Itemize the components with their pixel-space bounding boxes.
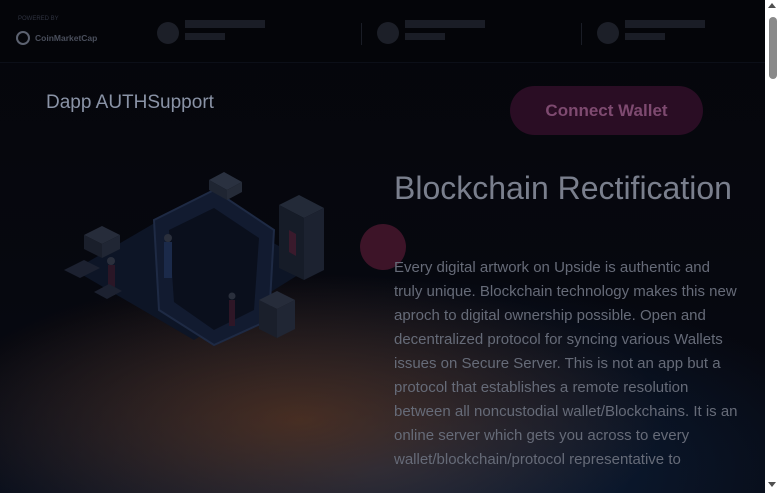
- vertical-scrollbar[interactable]: [765, 0, 780, 493]
- powered-by-label: POWERED BY: [18, 16, 59, 22]
- scroll-down-arrow-icon[interactable]: [768, 482, 776, 487]
- hero-title: Blockchain Rectification: [394, 170, 732, 206]
- scrollbar-thumb[interactable]: [769, 17, 777, 79]
- coin-name-placeholder: [625, 20, 705, 28]
- ticker-divider: [581, 23, 582, 45]
- ticker-divider: [361, 23, 362, 45]
- coin-name-placeholder: [185, 20, 265, 28]
- coin-price-placeholder: [405, 33, 445, 40]
- coin-price-placeholder: [625, 33, 665, 40]
- scroll-up-arrow-icon[interactable]: [768, 3, 776, 8]
- site-brand[interactable]: Dapp AUTHSupport: [46, 92, 214, 114]
- coinmarketcap-logo-text: CoinMarketCap: [35, 33, 98, 43]
- hero-description: Every digital artwork on Upside is authe…: [394, 259, 738, 468]
- page: POWERED BY CoinMarketCap Dapp AUTHSuppor…: [0, 0, 765, 493]
- coin-icon-placeholder: [377, 22, 399, 44]
- coin-icon-placeholder: [157, 22, 179, 44]
- coinmarketcap-icon: [16, 31, 30, 45]
- coinmarketcap-logo[interactable]: CoinMarketCap: [16, 31, 97, 45]
- isometric-blockchain-illustration: [64, 172, 324, 347]
- coin-price-placeholder: [185, 33, 225, 40]
- coin-icon-placeholder: [597, 22, 619, 44]
- price-ticker-widget: POWERED BY CoinMarketCap: [0, 0, 765, 63]
- connect-wallet-button[interactable]: Connect Wallet: [510, 86, 703, 135]
- coin-name-placeholder: [405, 20, 485, 28]
